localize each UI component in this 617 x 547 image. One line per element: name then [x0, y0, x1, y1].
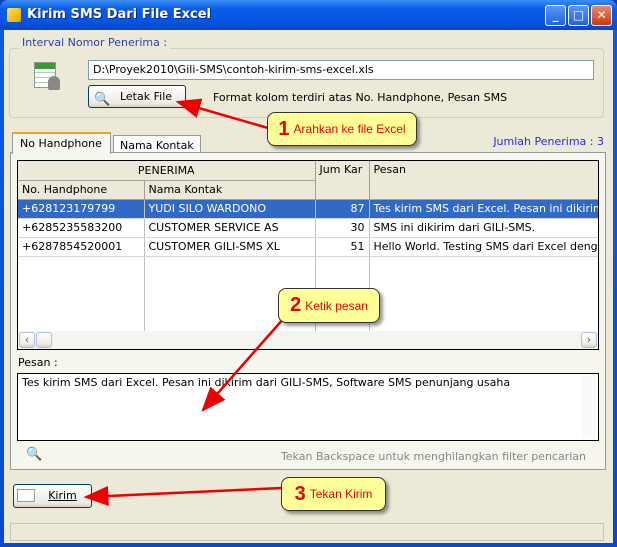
annotation-arrows [83, 98, 285, 506]
callout-3: 3 Tekan Kirim [281, 477, 386, 511]
callout-2: 2 Ketik pesan [278, 288, 380, 323]
arrow-1 [175, 98, 269, 130]
arrow-2 [201, 317, 285, 412]
arrow-3 [83, 485, 283, 506]
callout-1: 1 Arahkan ke file Excel [267, 112, 417, 146]
